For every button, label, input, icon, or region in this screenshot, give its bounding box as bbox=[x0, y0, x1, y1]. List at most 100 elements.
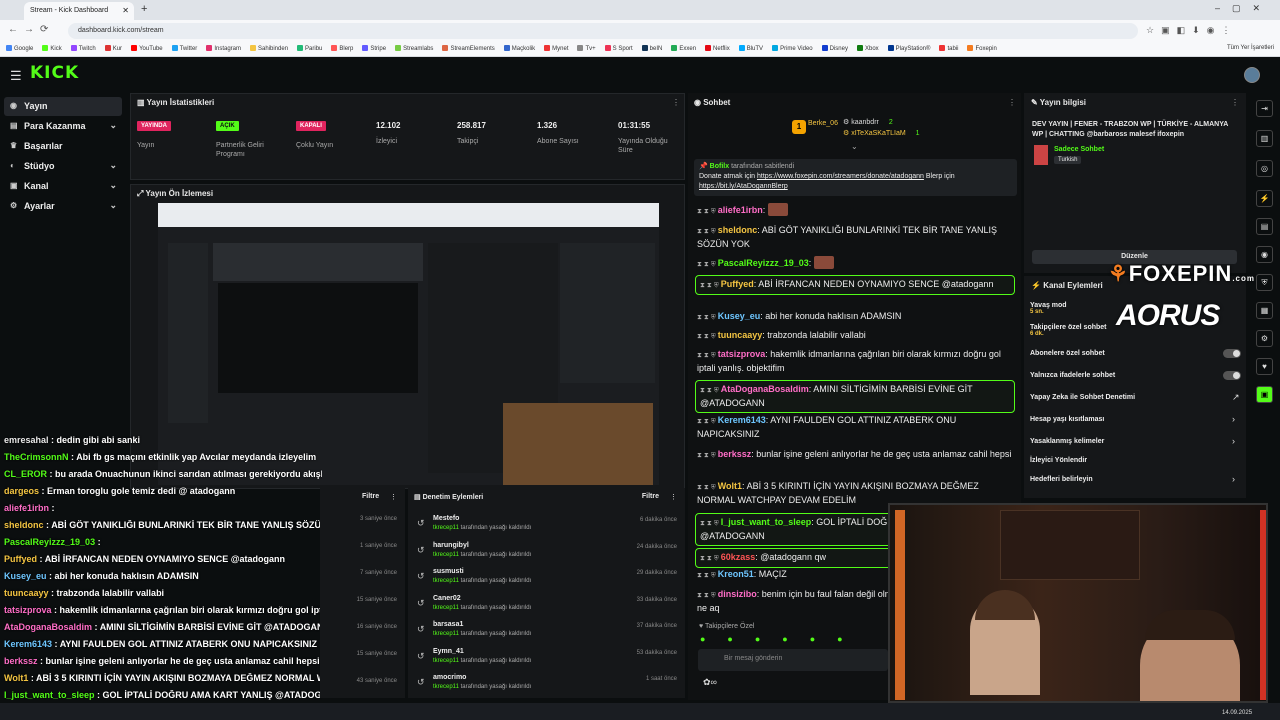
chat-message[interactable]: ⧗ ⧗ ⛨ berkssz: bunlar işine geleni anlıy… bbox=[697, 448, 1015, 462]
mod-tools-icon[interactable]: ⧗ ⧗ ⛨ bbox=[697, 352, 718, 359]
bookmark-twitter[interactable]: Twitter bbox=[171, 45, 197, 52]
emote-row[interactable]: ●●●●●● bbox=[700, 634, 865, 644]
extension-icons[interactable]: ☆▣◧⬇◉⋮ bbox=[1146, 25, 1237, 36]
chat-message[interactable]: ⧗ ⧗ ⛨ Puffyed: ABİ İRFANCAN NEDEN OYNAMI… bbox=[695, 275, 1015, 295]
sidebar-item-studyo[interactable]: ◐ Stüdyo ⌄ bbox=[4, 157, 122, 176]
bookmark-bein[interactable]: beIN bbox=[641, 45, 662, 52]
mod-action-user[interactable]: Caner02 bbox=[433, 595, 461, 602]
channel-action-row[interactable]: Yavaş mod 5 sn. bbox=[1030, 302, 1067, 315]
mod-tools-icon[interactable]: ⧗ ⧗ ⛨ bbox=[697, 208, 718, 215]
toggle-switch[interactable] bbox=[1223, 371, 1241, 380]
avatar[interactable] bbox=[1244, 67, 1260, 83]
chat-username[interactable]: Puffyed bbox=[721, 279, 754, 289]
chat-message[interactable]: ⧗ ⧗ ⛨ tatsizprova: hakemlik idmanlarına … bbox=[697, 348, 1015, 375]
channel-action-row[interactable]: Hedefleri belirleyin bbox=[1030, 476, 1093, 483]
chat-username[interactable]: PascalReyizzz_19_03 bbox=[718, 258, 809, 268]
channel-action-row[interactable]: Takipçilere özel sohbet 6 dk. bbox=[1030, 324, 1107, 337]
heart-icon[interactable]: ♥ bbox=[1256, 358, 1273, 375]
category-link[interactable]: Sadece Sohbet bbox=[1054, 146, 1104, 153]
mod-tools-icon[interactable]: ⧗ ⧗ ⛨ bbox=[697, 228, 718, 235]
language-tag[interactable]: Turkish bbox=[1054, 156, 1082, 164]
mod-action-user[interactable]: Eymn_41 bbox=[433, 648, 464, 655]
address-bar[interactable]: dashboard.kick.com/stream bbox=[68, 23, 1138, 39]
channel-action-row[interactable]: Abonelere özel sohbet bbox=[1030, 350, 1105, 357]
sidebar-item-kanal[interactable]: ▣ Kanal ⌄ bbox=[4, 177, 122, 196]
sidebar-item-basarilar[interactable]: ♛ Başarılar bbox=[4, 137, 122, 156]
chat-username[interactable]: Kerem6143 bbox=[718, 415, 766, 425]
chat-username[interactable]: dinsizibo bbox=[718, 589, 757, 599]
chevron-right-icon[interactable]: › bbox=[1232, 474, 1235, 484]
bookmark-prime-video[interactable]: Prime Video bbox=[772, 45, 813, 52]
bookmark-mynet[interactable]: Mynet bbox=[544, 45, 568, 52]
bookmark-streamlabs[interactable]: Streamlabs bbox=[395, 45, 433, 52]
mod-action-user[interactable]: Mestefo bbox=[433, 515, 459, 522]
mod-tools-icon[interactable]: ⧗ ⧗ ⛨ bbox=[697, 333, 718, 340]
mod-action-row[interactable]: ↺ barsasa1 tkrecep11 tarafından yasağı kal… bbox=[408, 618, 685, 644]
browser-tab[interactable]: Stream - Kick Dashboard ✕ bbox=[24, 2, 134, 20]
kick-logo[interactable]: KICK bbox=[30, 63, 79, 83]
chat-settings-icon[interactable]: ✿∞ bbox=[703, 677, 717, 688]
chat-message[interactable]: ⧗ ⧗ ⛨ aliefe1irbn: bbox=[697, 203, 1015, 218]
mod-tools-icon[interactable]: ⧗ ⧗ ⛨ bbox=[697, 261, 718, 268]
pinned-link[interactable]: https://bit.ly/AtaDogannBlerp bbox=[699, 183, 788, 190]
add-icon[interactable]: ▣ bbox=[1256, 386, 1273, 403]
mod-tools-icon[interactable]: ⧗ ⧗ ⛨ bbox=[697, 572, 718, 579]
shield-icon[interactable]: ⛨ bbox=[1256, 274, 1273, 291]
bookmark-google[interactable]: Google bbox=[6, 45, 33, 52]
bookmark-foxepin[interactable]: Foxepin bbox=[967, 45, 997, 52]
pinned-message[interactable]: 📌 Bofilx tarafından sabitlendi Donate at… bbox=[694, 159, 1017, 196]
chat-username[interactable]: aliefe1irbn bbox=[718, 205, 763, 215]
bookmark-tabii[interactable]: tabii bbox=[939, 45, 958, 52]
mod-action-user[interactable]: susmusti bbox=[433, 568, 464, 575]
channel-action-row[interactable]: İzleyici Yönlendir bbox=[1030, 457, 1087, 464]
filter-button[interactable]: Filtre bbox=[362, 493, 379, 500]
bookmark-paribu[interactable]: Paribu bbox=[297, 45, 322, 52]
more-icon[interactable]: ⋮ bbox=[1231, 98, 1239, 107]
channel-action-row[interactable]: Yapay Zeka ile Sohbet Denetimi bbox=[1030, 394, 1135, 401]
list-icon[interactable]: ▤ bbox=[1256, 218, 1273, 235]
mod-tools-icon[interactable]: ⧗ ⧗ ⛨ bbox=[697, 418, 718, 425]
chat-username[interactable]: I_just_want_to_sleep bbox=[721, 517, 812, 527]
chat-username[interactable]: 60kzass bbox=[721, 552, 756, 562]
sidebar-item-para-kazanma[interactable]: ▤ Para Kazanma ⌄ bbox=[4, 117, 122, 136]
chevron-right-icon[interactable]: › bbox=[1232, 436, 1235, 446]
bookmark-streamelements[interactable]: StreamElements bbox=[442, 45, 495, 52]
mod-tools-icon[interactable]: ⧗ ⧗ ⛨ bbox=[700, 387, 721, 394]
sidebar-item-ayarlar[interactable]: ⚙ Ayarlar ⌄ bbox=[4, 197, 122, 216]
grid-icon[interactable]: ▦ bbox=[1256, 302, 1273, 319]
chevron-right-icon[interactable]: › bbox=[1232, 414, 1235, 424]
chat-username[interactable]: sheldonc bbox=[718, 225, 758, 235]
mod-tools-icon[interactable]: ⧗ ⧗ ⛨ bbox=[697, 314, 718, 321]
chat-username[interactable]: Kusey_eu bbox=[718, 311, 761, 321]
chevron-down-icon[interactable]: ⌄ bbox=[851, 142, 858, 151]
chat-message[interactable]: ⧗ ⧗ ⛨ PascalReyizzz_19_03: bbox=[697, 256, 1015, 271]
chart-icon[interactable]: ▥ bbox=[1256, 130, 1273, 147]
mod-tools-icon[interactable]: ⧗ ⧗ ⛨ bbox=[697, 452, 718, 459]
more-icon[interactable]: ⋮ bbox=[672, 98, 680, 107]
chat-message[interactable]: ⧗ ⧗ ⛨ AtaDoganaBosaldim: AMINI SİLTİGİMİ… bbox=[695, 380, 1015, 413]
channel-action-row[interactable]: Hesap yaşı kısıtlaması bbox=[1030, 416, 1104, 423]
chat-message[interactable]: ⧗ ⧗ ⛨ Kusey_eu: abi her konuda haklısın … bbox=[697, 310, 1015, 324]
mod-action-row[interactable]: ↺ Eymn_41 tkrecep11 tarafından yasağı kald… bbox=[408, 645, 685, 671]
mod-tools-icon[interactable]: ⧗ ⧗ ⛨ bbox=[700, 282, 721, 289]
mod-tools-icon[interactable]: ⧗ ⧗ ⛨ bbox=[697, 484, 718, 491]
toggle-switch[interactable] bbox=[1223, 349, 1241, 358]
mod-action-user[interactable]: harungibyl bbox=[433, 542, 469, 549]
record-icon[interactable]: ◎ bbox=[1256, 160, 1273, 177]
bookmark-instagram[interactable]: Instagram bbox=[206, 45, 241, 52]
nav-buttons[interactable]: ←→⟳ bbox=[8, 24, 54, 35]
mod-action-row[interactable]: ↺ harungibyl tkrecep11 tarafından yasağı k… bbox=[408, 539, 685, 565]
all-bookmarks[interactable]: Tüm Yer İşaretleri bbox=[1227, 45, 1274, 51]
mod-tools-icon[interactable]: ⧗ ⧗ ⛨ bbox=[700, 555, 721, 562]
bookmark-kick[interactable]: Kick bbox=[42, 45, 62, 52]
bookmark-stripe[interactable]: Stripe bbox=[362, 45, 386, 52]
mod-action-user[interactable]: barsasa1 bbox=[433, 621, 463, 628]
bookmark-tv-[interactable]: Tv+ bbox=[577, 45, 596, 52]
bookmark-blutv[interactable]: BluTV bbox=[738, 45, 763, 52]
chat-username[interactable]: Wolt1 bbox=[718, 481, 742, 491]
new-tab-icon[interactable]: + bbox=[141, 3, 147, 15]
channel-action-row[interactable]: Yasaklanmış kelimeler bbox=[1030, 438, 1104, 445]
bookmark-netflix[interactable]: Netflix bbox=[705, 45, 730, 52]
bookmark-ma-kolik[interactable]: Maçkolik bbox=[503, 45, 535, 52]
bookmark-sahibinden[interactable]: Sahibinden bbox=[250, 45, 288, 52]
